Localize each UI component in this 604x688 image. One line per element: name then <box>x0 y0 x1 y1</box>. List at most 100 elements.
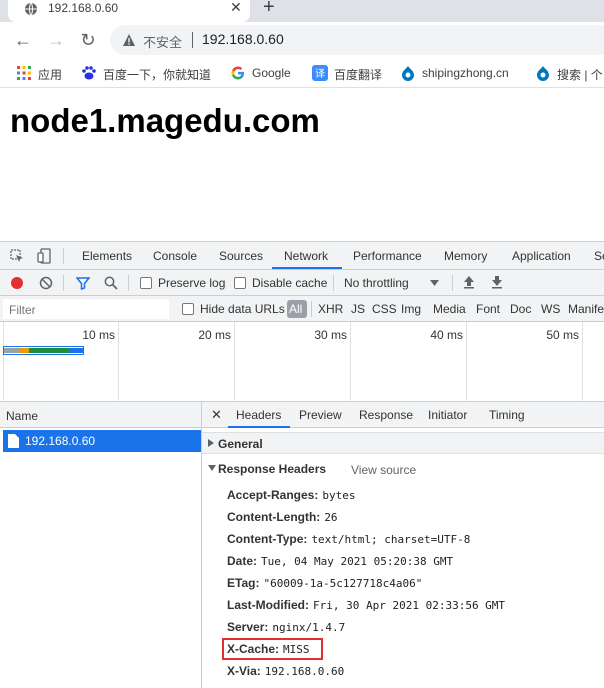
tab-preview[interactable]: Preview <box>299 408 342 422</box>
tab-memory[interactable]: Memory <box>444 249 487 263</box>
request-list: Name 192.168.0.60 <box>0 402 202 688</box>
response-headers-section-header[interactable]: Response Headers View source <box>202 460 604 480</box>
timeline-gridline <box>466 322 467 402</box>
disable-cache-checkbox[interactable] <box>234 277 246 289</box>
timeline-gridline <box>350 322 351 402</box>
browser-tab[interactable]: 192.168.0.60 ✕ <box>8 0 250 22</box>
url-text[interactable]: 192.168.0.60 <box>202 31 284 47</box>
hide-data-urls-checkbox[interactable] <box>182 303 194 315</box>
filter-bar: Filter Hide data URLs All XHR JS CSS Img… <box>0 296 604 322</box>
clear-icon[interactable] <box>39 276 53 290</box>
timeline-gridline <box>118 322 119 402</box>
view-source-link[interactable]: View source <box>351 463 416 477</box>
timeline-gridline <box>3 322 4 402</box>
filter-all-label: All <box>289 302 303 316</box>
header-row: Content-Type: text/html; charset=UTF-8 <box>227 532 470 550</box>
filter-input[interactable]: Filter <box>3 299 169 319</box>
general-label: General <box>218 437 263 451</box>
search-icon[interactable] <box>104 276 118 290</box>
forward-button[interactable]: → <box>46 30 66 50</box>
disable-cache-label: Disable cache <box>252 276 328 290</box>
import-har-icon[interactable] <box>463 275 475 289</box>
close-tab-icon[interactable]: ✕ <box>230 0 242 16</box>
name-column-header[interactable]: Name <box>0 402 201 428</box>
tab-response[interactable]: Response <box>359 408 413 422</box>
tab-application[interactable]: Application <box>512 249 571 263</box>
globe-icon <box>25 2 37 16</box>
chevron-down-icon <box>430 280 439 286</box>
preserve-log-label: Preserve log <box>158 276 226 290</box>
highlight-box <box>222 638 323 660</box>
devtools-panel: Elements Console Sources Network Perform… <box>0 241 604 688</box>
throttling-select[interactable]: No throttling <box>344 276 409 290</box>
header-value: 192.168.0.60 <box>264 665 345 678</box>
record-icon[interactable] <box>10 276 24 290</box>
inspect-element-icon[interactable] <box>10 249 24 263</box>
security-label[interactable]: 不安全 <box>143 32 182 51</box>
toolbar-divider <box>63 275 64 291</box>
bookmark-label: 百度一下，你就知道 <box>103 68 212 82</box>
tab-initiator[interactable]: Initiator <box>428 408 467 422</box>
filter-css[interactable]: CSS <box>372 302 397 316</box>
tab-timing[interactable]: Timing <box>489 408 525 422</box>
bookmark-label: 搜索 | 个 <box>557 68 603 82</box>
request-row[interactable]: 192.168.0.60 <box>3 430 201 452</box>
google-g-icon <box>231 66 244 80</box>
filter-xhr[interactable]: XHR <box>318 302 343 316</box>
tab-performance[interactable]: Performance <box>353 249 422 263</box>
reload-button[interactable]: ↻ <box>78 30 98 50</box>
back-button[interactable]: ← <box>13 30 33 50</box>
tab-headers[interactable]: Headers <box>236 408 281 422</box>
name-column-label: Name <box>6 409 39 423</box>
filter-media[interactable]: Media <box>433 302 466 316</box>
request-name: 192.168.0.60 <box>25 434 96 448</box>
response-headers-label: Response Headers <box>218 462 327 476</box>
timing-stalled-segment <box>4 348 19 353</box>
tab-title: 192.168.0.60 <box>48 1 119 15</box>
filter-placeholder: Filter <box>9 303 36 317</box>
new-tab-button[interactable]: + <box>263 0 275 19</box>
filter-font[interactable]: Font <box>476 302 500 316</box>
timeline-tick-label: 30 ms <box>314 328 347 342</box>
timing-waiting-segment <box>29 348 69 353</box>
header-row: X-Via: 192.168.0.60 <box>227 664 344 682</box>
timeline-gridline <box>582 322 583 402</box>
tab-console[interactable]: Console <box>153 249 197 263</box>
warning-triangle-icon <box>123 34 135 46</box>
filter-funnel-icon[interactable] <box>76 276 90 290</box>
tab-sources[interactable]: Sources <box>219 249 263 263</box>
timeline-gridline <box>234 322 235 402</box>
active-tab-indicator <box>272 267 342 269</box>
request-timing-bar <box>3 346 84 355</box>
active-tab-indicator <box>228 426 290 428</box>
bookmark-label: Google <box>252 66 291 80</box>
close-details-icon[interactable]: ✕ <box>211 407 222 423</box>
header-row: Content-Length: 26 <box>227 510 338 528</box>
tab-network[interactable]: Network <box>284 249 328 263</box>
export-har-icon[interactable] <box>491 275 503 289</box>
toolbar-divider <box>452 275 453 291</box>
tab-elements[interactable]: Elements <box>82 249 132 263</box>
baidu-translate-icon: 译 <box>312 65 328 81</box>
header-key: Accept-Ranges: <box>227 488 319 502</box>
filter-manifest[interactable]: Manife <box>568 302 604 316</box>
timing-download-segment <box>69 348 83 353</box>
bookmark-label: 百度翻译 <box>334 68 383 82</box>
filter-doc[interactable]: Doc <box>510 302 531 316</box>
header-row: Accept-Ranges: bytes <box>227 488 355 506</box>
network-toolbar: Preserve log Disable cache No throttling <box>0 270 604 296</box>
header-value: bytes <box>322 489 356 502</box>
filter-all-button[interactable]: All <box>287 300 307 318</box>
address-bar[interactable]: 不安全 192.168.0.60 <box>110 25 604 55</box>
device-toolbar-icon[interactable] <box>37 248 53 264</box>
header-row: ETag: "60009-1a-5c127718c4a06" <box>227 576 422 594</box>
filter-ws[interactable]: WS <box>541 302 560 316</box>
header-value: "60009-1a-5c127718c4a06" <box>263 577 423 590</box>
filter-img[interactable]: Img <box>401 302 421 316</box>
network-overview-timeline[interactable]: 10 ms 20 ms 30 ms 40 ms 50 ms <box>0 322 604 402</box>
header-value: Fri, 30 Apr 2021 02:33:56 GMT <box>313 599 506 612</box>
tab-security[interactable]: Se <box>594 249 604 263</box>
filter-js[interactable]: JS <box>351 302 365 316</box>
general-section-header[interactable]: General <box>202 432 604 454</box>
preserve-log-checkbox[interactable] <box>140 277 152 289</box>
